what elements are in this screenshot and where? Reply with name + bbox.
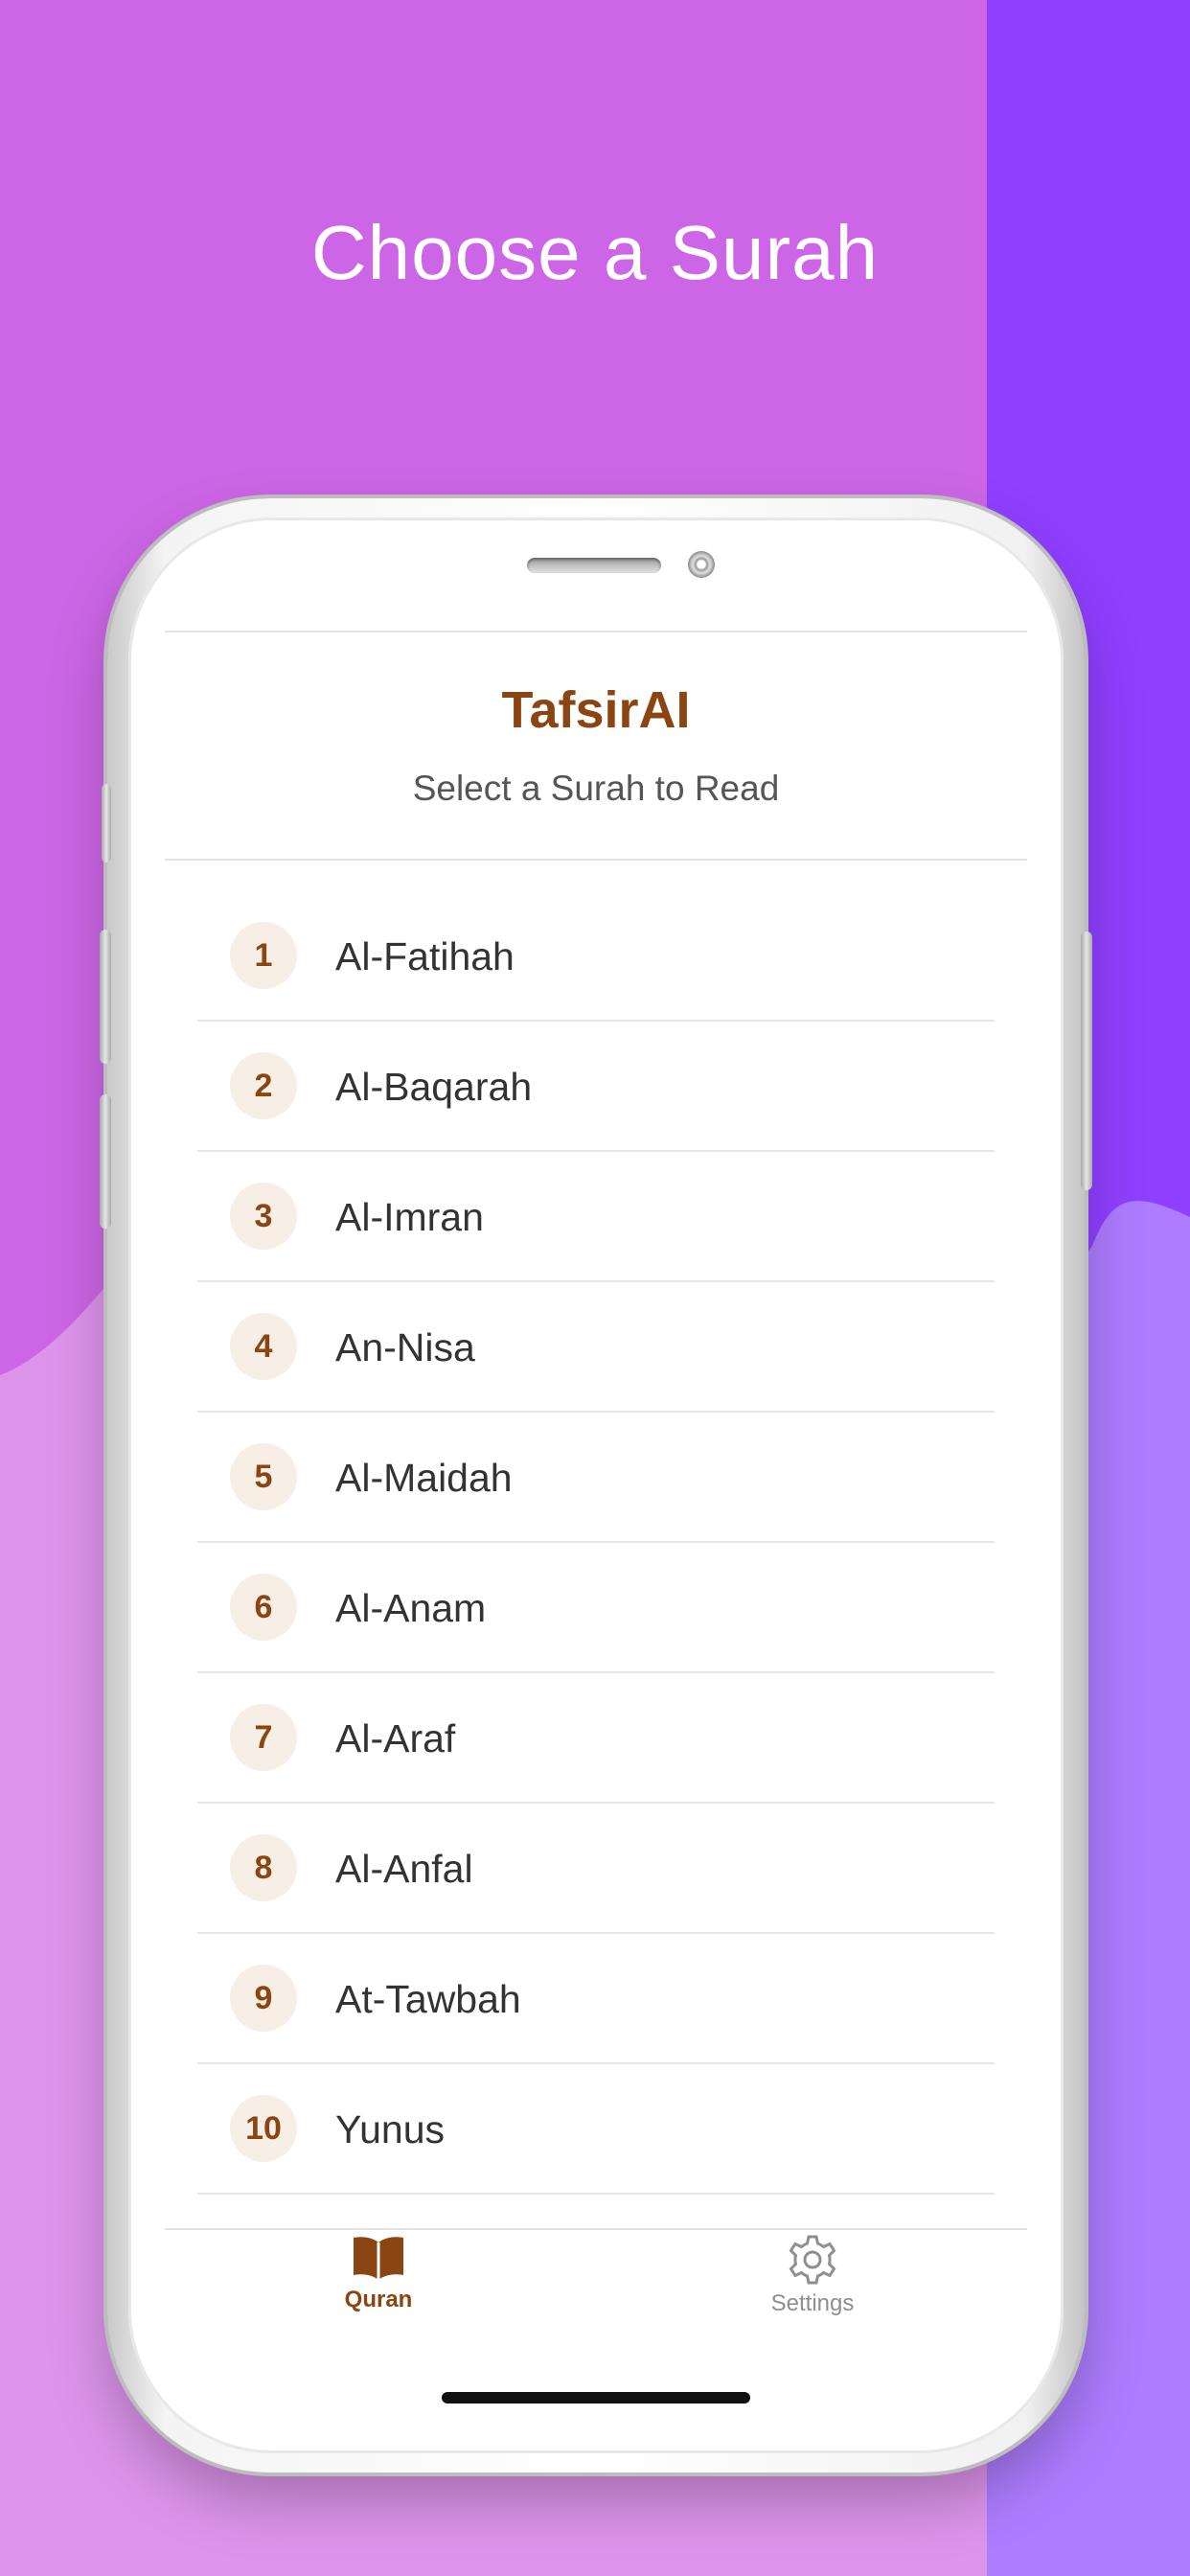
surah-list: 1 Al-Fatihah 2 Al-Baqarah 3 Al-Imran 4 A…	[197, 891, 995, 2195]
surah-name: Al-Anfal	[335, 1847, 473, 1891]
surah-name: Al-Anam	[335, 1586, 487, 1630]
surah-name: An-Nisa	[335, 1325, 475, 1369]
surah-name: Al-Imran	[335, 1195, 484, 1239]
phone-screen: TafsirAI Select a Surah to Read 1 Al-Fat…	[128, 518, 1064, 2453]
open-book-icon	[354, 2237, 403, 2280]
tab-settings-label: Settings	[770, 2290, 855, 2316]
promo-headline: Choose a Surah	[310, 210, 880, 295]
surah-row[interactable]: 6 Al-Anam	[197, 1543, 995, 1673]
surah-name: At-Tawbah	[335, 1977, 521, 2021]
tab-quran-label: Quran	[344, 2287, 413, 2312]
surah-number-badge: 8	[230, 1834, 297, 1901]
tab-bar: Quran Settings	[128, 2223, 1064, 2358]
surah-row[interactable]: 10 Yunus	[197, 2064, 995, 2195]
surah-name: Al-Baqarah	[335, 1065, 533, 1109]
surah-number-badge: 7	[230, 1704, 297, 1771]
header-top-divider	[165, 631, 1027, 632]
surah-number-badge: 3	[230, 1183, 297, 1250]
surah-row[interactable]: 8 Al-Anfal	[197, 1804, 995, 1934]
app-subtitle: Select a Surah to Read	[412, 769, 780, 808]
surah-row[interactable]: 1 Al-Fatihah	[197, 891, 995, 1022]
surah-number-badge: 4	[230, 1313, 297, 1380]
surah-name: Al-Fatihah	[335, 934, 515, 978]
surah-row[interactable]: 5 Al-Maidah	[197, 1413, 995, 1543]
home-indicator[interactable]	[442, 2392, 750, 2404]
phone-power-button	[1081, 932, 1092, 1190]
surah-number-badge: 2	[230, 1052, 297, 1119]
surah-number-badge: 6	[230, 1574, 297, 1641]
surah-row[interactable]: 4 An-Nisa	[197, 1282, 995, 1413]
phone-speaker	[527, 558, 661, 573]
phone-volume-up	[100, 930, 111, 1064]
surah-name: Al-Araf	[335, 1716, 456, 1760]
tab-quran[interactable]: Quran	[302, 2233, 455, 2313]
surah-number-badge: 10	[230, 2095, 297, 2162]
surah-row[interactable]: 9 At-Tawbah	[197, 1934, 995, 2064]
header-bottom-divider	[165, 859, 1027, 861]
surah-name: Yunus	[335, 2107, 445, 2151]
surah-name: Al-Maidah	[335, 1456, 513, 1500]
surah-number-badge: 1	[230, 922, 297, 989]
tab-settings[interactable]: Settings	[736, 2233, 889, 2317]
gear-icon	[789, 2235, 836, 2285]
phone-volume-down	[100, 1094, 111, 1229]
surah-row[interactable]: 7 Al-Araf	[197, 1673, 995, 1804]
surah-number-badge: 9	[230, 1965, 297, 2032]
app-title: TafsirAI	[501, 681, 691, 739]
surah-number-badge: 5	[230, 1443, 297, 1510]
promo-canvas: Choose a Surah TafsirAI Select a Surah t…	[0, 0, 1190, 2576]
phone-mute-switch	[102, 784, 111, 862]
phone-camera	[688, 551, 715, 578]
surah-row[interactable]: 3 Al-Imran	[197, 1152, 995, 1282]
surah-row[interactable]: 2 Al-Baqarah	[197, 1022, 995, 1152]
